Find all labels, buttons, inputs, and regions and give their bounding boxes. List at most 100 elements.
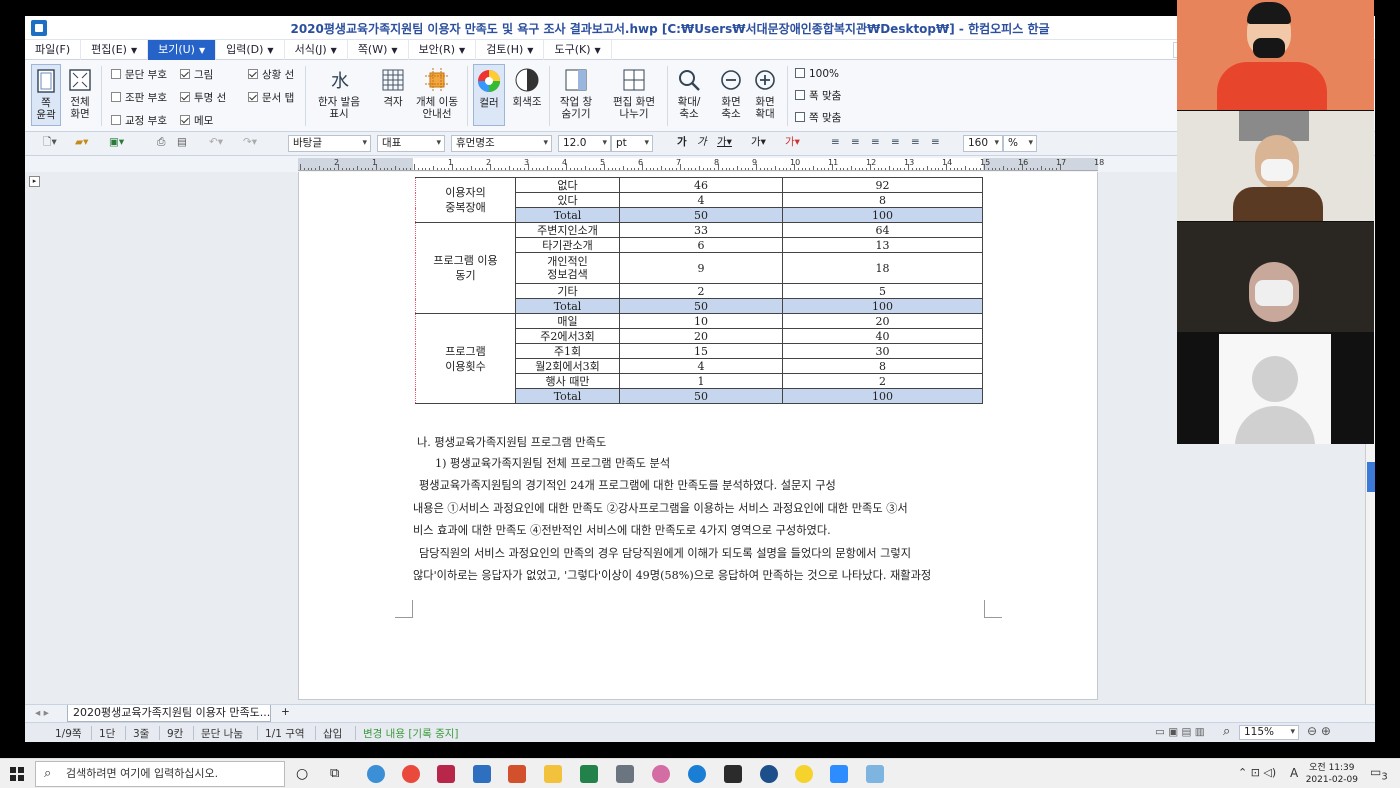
hanja-button[interactable]: 水 한자 발음 표시 (310, 67, 368, 120)
chrome-icon[interactable] (402, 765, 420, 783)
style-select[interactable]: 바탕글 (288, 135, 371, 152)
sticky-notes-icon[interactable] (724, 765, 742, 783)
status-track-changes[interactable]: 변경 내용 [기록 중지] (363, 726, 459, 741)
align-center-icon[interactable]: ≡ (871, 135, 880, 152)
align-split-icon[interactable]: ≡ (931, 135, 940, 152)
menu-file[interactable]: 파일(F) (25, 39, 82, 60)
text-color-icon[interactable]: 가▾ (785, 135, 800, 152)
chk-proof-mark[interactable]: 교정 부호 (111, 114, 167, 128)
photo-icon[interactable] (866, 765, 884, 783)
fit-page-button[interactable]: 쪽 맞춤 (795, 111, 841, 125)
chk-memo[interactable]: 메모 (180, 114, 213, 128)
save-icon[interactable]: ▣▾ (109, 135, 124, 152)
menu-review[interactable]: 검토(H) ▼ (476, 39, 545, 60)
undo-icon[interactable]: ↶▾ (209, 135, 223, 152)
new-doc-icon[interactable]: 🗋▾ (43, 135, 57, 152)
participant-tile-no-video[interactable] (1219, 334, 1331, 444)
open-folder-icon[interactable]: ▰▾ (75, 135, 88, 152)
participant-tile[interactable] (1177, 222, 1374, 332)
zoom-out-button[interactable]: 화면 축소 (715, 67, 747, 120)
tab-prev-icon[interactable]: ◂ ▸ (35, 706, 49, 723)
menu-tools[interactable]: 도구(K) ▼ (544, 39, 612, 60)
redo-icon[interactable]: ↷▾ (243, 135, 257, 152)
menu-edit[interactable]: 편집(E) ▼ (81, 39, 149, 60)
hide-taskpane-button[interactable]: 작업 창 숨기기 (553, 67, 599, 120)
body-text[interactable]: 나. 평생교육가족지원팀 프로그램 만족도 1) 평생교육가족지원팀 전체 프로… (413, 432, 983, 588)
chk-picture[interactable]: 그림 (180, 68, 213, 82)
italic-icon[interactable]: 가 (697, 135, 707, 152)
title-bar[interactable]: 2020평생교육가족지원팀 이용자 만족도 및 욕구 조사 결과보고서.hwp … (25, 16, 1375, 40)
acrobat-icon[interactable] (437, 765, 455, 783)
calculator-icon[interactable] (616, 765, 634, 783)
browser-icon[interactable] (760, 765, 778, 783)
excel-icon[interactable] (580, 765, 598, 783)
zoom-meeting-icon[interactable] (830, 765, 848, 783)
chk-control-mark[interactable]: 조판 부호 (111, 91, 167, 105)
kakaotalk-icon[interactable] (795, 765, 813, 783)
notification-icon[interactable]: ▭3 (1370, 765, 1388, 782)
ime-indicator[interactable]: A (1290, 766, 1298, 780)
document-tab[interactable]: 2020평생교육가족지원팀 이용자 만족도... (67, 705, 271, 722)
paint-icon[interactable] (652, 765, 670, 783)
add-tab-button[interactable]: + (281, 705, 290, 722)
align-justify-icon[interactable]: ≡ (831, 135, 840, 152)
strike-icon[interactable]: 가▾ (751, 135, 766, 152)
font-size-input[interactable]: 12.0 (558, 135, 611, 152)
menu-security[interactable]: 보안(R) ▼ (409, 39, 477, 60)
file-explorer-icon[interactable] (544, 765, 562, 783)
view-mode-icons[interactable]: ▭ ▣ ▤ ▥ (1155, 726, 1205, 738)
scroll-thumb[interactable] (1367, 462, 1375, 492)
edge-icon[interactable] (688, 765, 706, 783)
zoom-select[interactable]: 115% (1239, 725, 1299, 740)
menu-page[interactable]: 쪽(W) ▼ (348, 39, 409, 60)
split-view-button[interactable]: 편집 화면 나누기 (605, 67, 663, 120)
fit-width-button[interactable]: 폭 맞춤 (795, 89, 841, 103)
zoom-button[interactable]: 확대/ 축소 (671, 67, 707, 120)
zoom-in-button[interactable]: 화면 확대 (749, 67, 781, 120)
status-page[interactable]: 1/9쪽 (55, 726, 82, 741)
grid-button[interactable]: 격자 (375, 67, 411, 108)
line-spacing-input[interactable]: 160 (963, 135, 1003, 152)
color-view-button[interactable]: 컬러 (473, 64, 505, 126)
full-screen-button[interactable]: 전체 화면 (65, 67, 95, 120)
font-unit-select[interactable]: pt (611, 135, 653, 152)
font-select[interactable]: 휴먼명조 (451, 135, 552, 152)
line-unit-select[interactable]: % (1003, 135, 1037, 152)
tray-icons[interactable]: ⌃ ⊡ ◁) (1238, 766, 1276, 779)
task-view-icon[interactable]: ⧉ (330, 765, 348, 783)
zoom-out-status-icon[interactable]: ⊖ ⊕ (1307, 724, 1331, 738)
horizontal-ruler[interactable]: 2 1 1 2 3 4 5 6 7 8 9 10 11 12 13 14 15 16 17 18 (298, 158, 1104, 171)
powerpoint-icon[interactable] (508, 765, 526, 783)
underline-icon[interactable]: 가▾ (717, 135, 732, 152)
chk-transparent-line[interactable]: 투명 선 (180, 91, 226, 105)
participant-tile[interactable] (1177, 111, 1374, 221)
chk-para-mark[interactable]: 문단 부호 (111, 68, 167, 82)
taskbar-clock[interactable]: 오전 11:39 2021-02-09 (1306, 762, 1358, 786)
menu-insert[interactable]: 입력(D) ▼ (216, 39, 285, 60)
preview-icon[interactable]: ▤ (177, 135, 187, 152)
chk-doc-tab[interactable]: 문서 탭 (248, 91, 294, 105)
menu-format[interactable]: 서식(J) ▼ (285, 39, 348, 60)
print-icon[interactable]: ⎙ (157, 135, 165, 152)
participant-tile[interactable] (1177, 0, 1374, 110)
status-insert-mode[interactable]: 삽입 (323, 726, 342, 741)
zoom-100-button[interactable]: 100% (795, 67, 839, 81)
hwp-taskbar-icon[interactable] (473, 765, 491, 783)
fit-outline-button[interactable]: 쪽 윤곽 (31, 64, 61, 126)
document-page[interactable]: 이용자의 중복장애 없다 46 92 있다 4 8 Total 50 100 프로그램 이용 동기 주… (298, 172, 1098, 700)
edge-legacy-icon[interactable] (367, 765, 385, 783)
object-guide-button[interactable]: 개체 이동 안내선 (411, 67, 463, 120)
grayscale-button[interactable]: 회색조 (509, 67, 545, 108)
bold-icon[interactable]: 가 (677, 135, 687, 152)
lang-select[interactable]: 대표 (377, 135, 445, 152)
cortana-icon[interactable]: ○ (296, 765, 314, 783)
align-right-icon[interactable]: ≡ (891, 135, 900, 152)
align-left-icon[interactable]: ≡ (851, 135, 860, 152)
taskbar-search-input[interactable]: ⌕ 검색하려면 여기에 입력하십시오. (35, 761, 285, 787)
windows-start-icon[interactable] (10, 767, 24, 781)
menu-view[interactable]: 보기(U) ▼ (148, 39, 217, 60)
align-distribute-icon[interactable]: ≡ (911, 135, 920, 152)
zoom-magnifier-icon[interactable]: ⌕ (1223, 724, 1230, 739)
ruler-toggle-icon[interactable]: ▸ (29, 176, 40, 187)
chk-status-line[interactable]: 상황 선 (248, 68, 294, 82)
